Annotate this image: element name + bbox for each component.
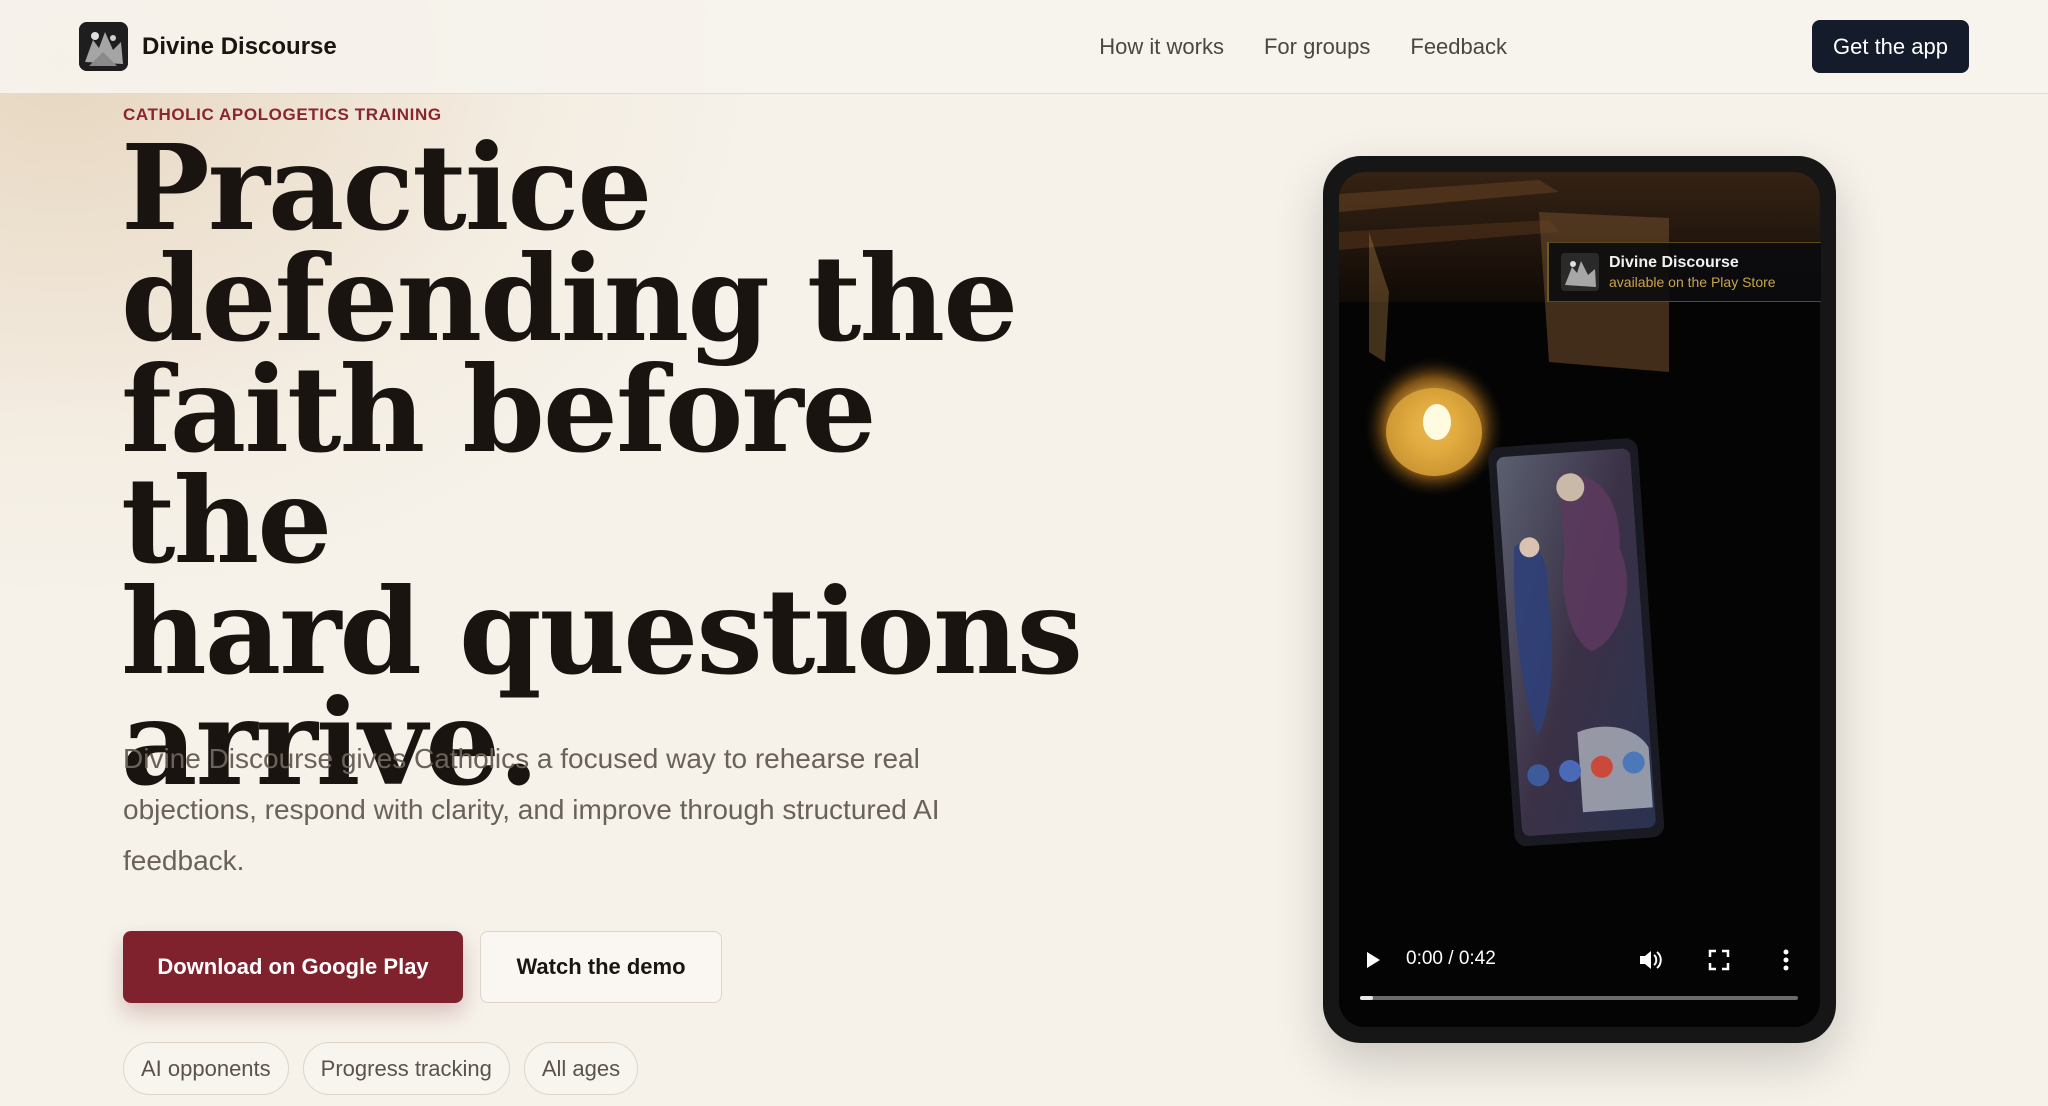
chip-progress-tracking: Progress tracking xyxy=(302,1042,510,1095)
nav-link-how-it-works[interactable]: How it works xyxy=(1099,34,1224,60)
video-controls: 0:00 / 0:42 xyxy=(1340,940,1820,1010)
video-progress-fill xyxy=(1360,996,1374,1000)
nav-links: How it works For groups Feedback xyxy=(1099,0,1507,94)
nav-link-feedback[interactable]: Feedback xyxy=(1410,34,1507,60)
play-icon[interactable] xyxy=(1364,950,1382,975)
chip-all-ages: All ages xyxy=(523,1042,639,1095)
video-time: 0:00 / 0:42 xyxy=(1406,948,1496,969)
more-vertical-icon[interactable] xyxy=(1782,948,1790,977)
headline-line: Practice xyxy=(121,118,652,257)
hero-headline: Practice defending the faith before the … xyxy=(121,118,1121,802)
badge-logo xyxy=(1561,253,1599,291)
get-the-app-button[interactable]: Get the app xyxy=(1812,20,1969,73)
video-watermark-badge: Divine Discourse available on the Play S… xyxy=(1547,242,1821,302)
brand-name: Divine Discourse xyxy=(142,32,337,60)
brand[interactable]: Divine Discourse xyxy=(79,22,337,71)
watch-demo-button[interactable]: Watch the demo xyxy=(480,931,722,1003)
headline-line: faith before the xyxy=(121,340,877,590)
fullscreen-icon[interactable] xyxy=(1708,949,1730,976)
nav-link-for-groups[interactable]: For groups xyxy=(1264,34,1370,60)
brand-logo xyxy=(79,22,128,71)
hero-lead-text: Divine Discourse gives Catholics a focus… xyxy=(123,743,940,876)
chip-ai-opponents: AI opponents xyxy=(123,1042,289,1095)
headline-line: hard questions xyxy=(121,562,1083,701)
video-progress-bar[interactable] xyxy=(1360,996,1798,1000)
badge-subtitle: available on the Play Store xyxy=(1609,274,1776,290)
headline-line: defending the xyxy=(121,229,1018,368)
badge-title: Divine Discourse xyxy=(1609,254,1739,271)
top-nav: Divine Discourse How it works For groups… xyxy=(0,0,2048,94)
download-google-play-button[interactable]: Download on Google Play xyxy=(123,931,463,1003)
volume-icon[interactable] xyxy=(1638,948,1664,977)
feature-chips: AI opponents Progress tracking All ages xyxy=(123,1042,639,1095)
